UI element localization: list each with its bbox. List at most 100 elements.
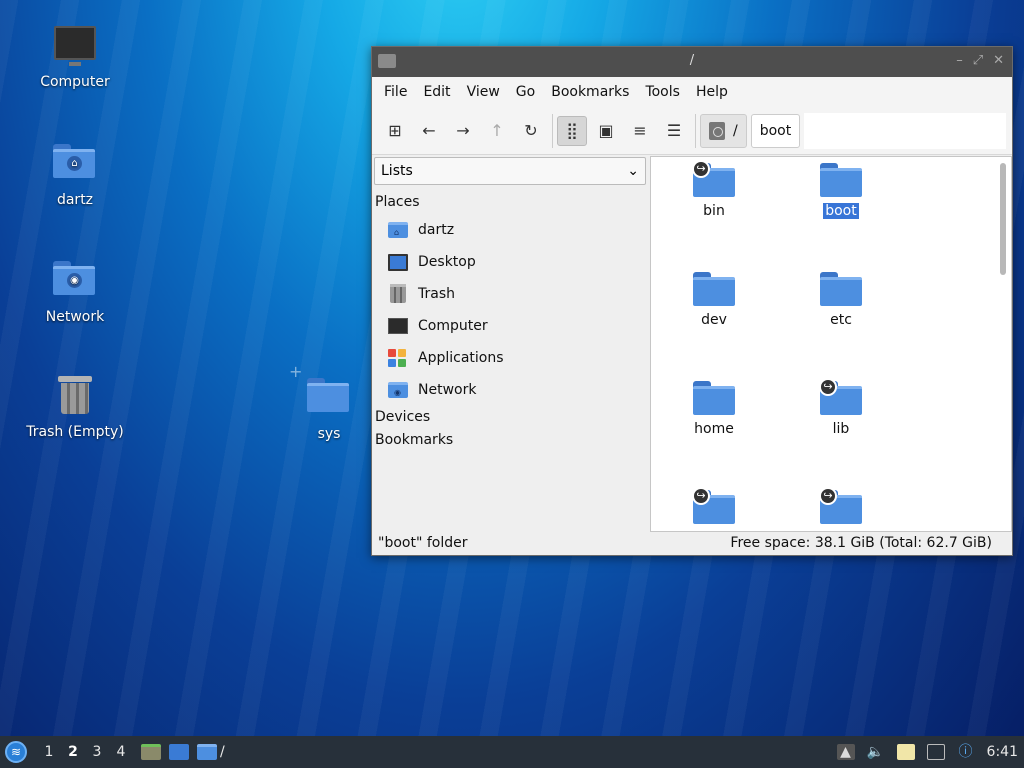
home-folder-icon: ⌂ [53,144,95,178]
back-icon[interactable]: ← [414,116,444,146]
toolbar-separator [695,113,696,148]
desktop-icon [388,254,408,271]
side-panel-mode-select[interactable]: Lists ⌄ [374,157,646,185]
desktop-icon-trash[interactable]: Trash (Empty) [20,372,130,440]
folder-icon [693,381,735,415]
folder-icon [693,272,735,306]
file-manager-launcher[interactable] [141,744,161,760]
folder-icon [820,163,862,197]
folder-icon [820,272,862,306]
menu-file[interactable]: File [376,80,415,104]
desktop-icon-sys[interactable]: sys [274,372,384,442]
network-folder-icon: ◉ [388,382,408,398]
file-item-etc[interactable]: etc [791,272,891,328]
desktop-icon-home[interactable]: ⌂ dartz [20,138,130,208]
desktop-icon-computer[interactable]: Computer [20,22,130,90]
breadcrumb-boot[interactable]: boot [750,113,801,148]
toolbar-separator [552,113,553,148]
menu-edit[interactable]: Edit [415,80,458,104]
folder-icon: ↪ [819,378,862,415]
place-desktop[interactable]: Desktop [372,246,648,278]
compact-view-icon[interactable]: ≡ [625,116,655,146]
detailed-list-view-icon[interactable]: ☰ [659,116,689,146]
status-bar: "boot" folder Free space: 38.1 GiB (Tota… [372,531,1012,555]
trash-icon [58,376,92,414]
thumbnail-view-icon[interactable]: ▣ [591,116,621,146]
up-icon[interactable]: ↑ [482,116,512,146]
workspace-3[interactable]: 3 [85,744,109,760]
file-manager-icon [141,744,161,760]
drive-icon [709,121,725,140]
section-places[interactable]: Places [372,191,648,214]
title-bar[interactable]: / – ⤢ ✕ [372,47,1012,77]
breadcrumb-root[interactable]: / [700,113,747,148]
icon-view-icon[interactable]: ⣿ [557,115,587,146]
path-bar-space [804,112,1006,149]
computer-icon [54,26,96,66]
maximize-icon[interactable]: ⤢ [973,53,983,68]
desktop-icon-label: Computer [40,74,110,90]
file-view[interactable]: ↪ bin boot dev etc home ↪ lib ↪ ↪ [650,156,1012,532]
menu-bookmarks[interactable]: Bookmarks [543,80,637,104]
symlink-arrow-icon: ↪ [692,160,710,178]
menu-tools[interactable]: Tools [637,80,688,104]
place-home[interactable]: ⌂ dartz [372,214,648,246]
network-wired-icon[interactable] [926,744,945,760]
desktop-icon-network[interactable]: ◉ Network [20,255,130,325]
task-file-manager-window[interactable]: / [197,744,225,760]
reload-icon[interactable]: ↻ [516,116,546,146]
folder-icon: ↪ [692,160,735,197]
file-item-dev[interactable]: dev [664,272,764,328]
section-devices[interactable]: Devices [372,406,648,429]
scrollbar-thumb[interactable] [1000,163,1006,275]
file-item-bin[interactable]: ↪ bin [664,160,764,219]
applications-icon [388,349,406,367]
section-bookmarks[interactable]: Bookmarks [372,429,648,452]
place-computer[interactable]: Computer [372,310,648,342]
menu-bar: File Edit View Go Bookmarks Tools Help [372,77,1012,107]
home-folder-icon: ⌂ [388,222,408,238]
folder-icon: ↪ [819,487,862,524]
file-item-home[interactable]: home [664,381,764,437]
show-desktop-launcher[interactable] [169,744,189,760]
new-tab-icon[interactable]: ⊞ [380,116,410,146]
workspace-2[interactable]: 2 [61,744,85,760]
system-tray: ▲ 🔈 ⓘ 6:41 [836,744,1024,760]
minimize-icon[interactable]: – [956,53,963,68]
folder-icon [307,378,349,412]
place-applications[interactable]: Applications [372,342,648,374]
clipboard-icon[interactable] [896,744,915,760]
network-folder-icon: ◉ [53,261,95,295]
menu-view[interactable]: View [459,80,508,104]
desktop-icon-label: sys [317,426,341,442]
file-manager-window: / – ⤢ ✕ File Edit View Go Bookmarks Tool… [371,46,1013,556]
toolbar: ⊞ ← → ↑ ↻ ⣿ ▣ ≡ ☰ / boot [372,107,1012,155]
place-network[interactable]: ◉ Network [372,374,648,406]
status-free-space: Free space: 38.1 GiB (Total: 62.7 GiB) [730,535,992,551]
window-title: / [689,53,695,68]
update-notifier-icon[interactable]: ⓘ [957,744,975,760]
volume-icon[interactable]: 🔈 [867,744,885,760]
desktop-icon [169,744,189,760]
symlink-arrow-icon: ↪ [692,487,710,505]
workspace-4[interactable]: 4 [109,744,133,760]
workspace-1[interactable]: 1 [37,744,61,760]
close-icon[interactable]: ✕ [993,53,1004,68]
file-item-partial[interactable]: ↪ [664,487,764,530]
start-menu-icon[interactable]: ≋ [5,741,27,763]
file-item-boot[interactable]: boot [791,163,891,219]
eject-icon[interactable]: ▲ [836,744,855,760]
symlink-arrow-icon: ↪ [819,378,837,396]
file-item-partial[interactable]: ↪ [791,487,891,530]
symlink-arrow-icon: ↪ [819,487,837,505]
menu-go[interactable]: Go [508,80,543,104]
desktop-icon-label: dartz [56,192,94,208]
clock[interactable]: 6:41 [987,744,1018,760]
file-item-lib[interactable]: ↪ lib [791,378,891,437]
menu-help[interactable]: Help [688,80,736,104]
forward-icon[interactable]: → [448,116,478,146]
vertical-scrollbar[interactable] [999,163,1007,525]
folder-icon: ↪ [692,487,735,524]
place-trash[interactable]: Trash [372,278,648,310]
status-selection: "boot" folder [378,535,468,551]
